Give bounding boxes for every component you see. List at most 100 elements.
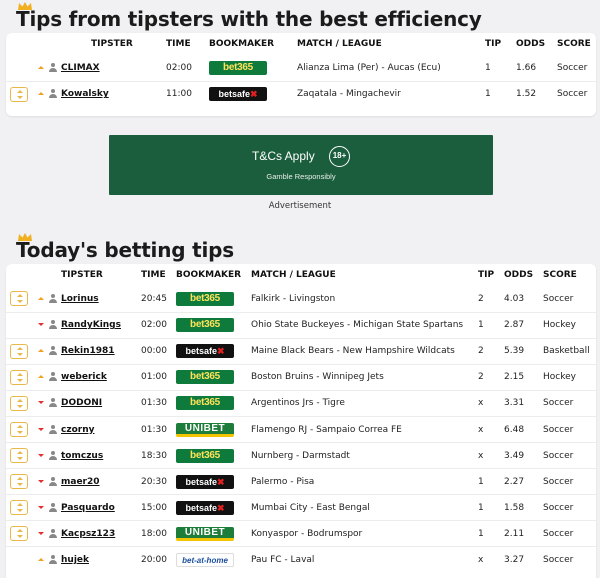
betsafe-logo[interactable]: betsafe✖ <box>176 344 234 359</box>
expand-tip-button[interactable] <box>10 474 28 490</box>
tip-time: 20:30 <box>141 468 176 495</box>
odds-value: 1.58 <box>504 494 543 521</box>
sport-value: Soccer <box>543 415 596 443</box>
table-row[interactable]: tomczus 18:30 bet365 Nurnberg - Darmstadt x 3… <box>6 442 596 469</box>
expand-tip-button[interactable] <box>10 448 28 464</box>
expand-tip-button[interactable] <box>10 291 28 307</box>
bet-at-home-logo[interactable]: bet-at-home <box>176 553 234 568</box>
bookmaker-cell: bet365 <box>209 55 297 81</box>
table-row[interactable]: CLIMAX 02:00 bet365 Alianza Lima (Per) - Au… <box>6 55 596 81</box>
expand-tip-button[interactable] <box>10 369 28 385</box>
table-row[interactable]: weberick 01:00 bet365 Boston Bruins - Winni… <box>6 363 596 391</box>
betsafe-logo[interactable]: betsafe✖ <box>176 500 234 515</box>
tip-time: 20:00 <box>141 546 176 574</box>
tipster-link[interactable]: Pasquardo <box>61 503 115 513</box>
match-league: Ohio State Buckeyes - Michigan State Spa… <box>251 311 478 339</box>
tip-value: x <box>478 546 504 574</box>
table-row[interactable]: Pasquardo 15:00 betsafe✖ Mumbai City - East… <box>6 494 596 521</box>
bet365-logo[interactable]: bet365 <box>176 370 234 385</box>
tipster-link[interactable]: tomczus <box>61 451 103 461</box>
odds-value: 6.48 <box>504 415 543 443</box>
user-icon <box>49 320 57 330</box>
odds-value: 1.66 <box>516 62 537 73</box>
odds-value: 3.49 <box>504 442 543 469</box>
expand-tip-button[interactable] <box>10 343 28 359</box>
bookmaker-cell: bet365 <box>176 363 251 391</box>
column-header: TIME <box>166 39 191 49</box>
match-league: Maine Black Bears - New Hampshire Wildca… <box>251 337 478 365</box>
trend-up-icon <box>38 92 44 96</box>
user-icon <box>49 372 57 382</box>
bookmaker-cell: UNIBET <box>176 415 251 443</box>
match-league: Argentinos Jrs - Tigre <box>251 389 478 417</box>
odds-value: 2.87 <box>504 311 543 339</box>
sport-value: Hockey <box>543 363 596 391</box>
tipster-link[interactable]: Kowalsky <box>61 89 109 99</box>
betsafe-logo[interactable]: betsafe✖ <box>176 474 234 489</box>
table-row[interactable]: Kacpsz123 18:00 UNIBET Konyaspor - Bodrumsp… <box>6 520 596 547</box>
bet365-logo[interactable]: bet365 <box>176 318 234 333</box>
table-row[interactable]: Lorinus 20:45 bet365 Falkirk - Livingston 2 4… <box>6 286 596 312</box>
bookmaker-cell: bet365 <box>176 286 251 312</box>
expand-tip-button[interactable] <box>10 422 28 438</box>
ad-terms-text: T&Cs Apply <box>252 149 315 163</box>
column-header: TIP <box>485 39 502 49</box>
tip-value: x <box>478 415 504 443</box>
tipster-link[interactable]: hujek <box>61 555 89 565</box>
sport-value: Soccer <box>543 468 596 495</box>
table-row[interactable]: hujek 20:00 bet-at-home Pau FC - Laval x 3.27… <box>6 546 596 574</box>
unibet-logo[interactable]: UNIBET <box>176 526 234 541</box>
tipster-link[interactable]: maer20 <box>61 477 100 487</box>
match-league: Palermo - Pisa <box>251 468 478 495</box>
advertisement-banner[interactable]: T&Cs Apply 18+ Gamble Responsibly <box>109 135 493 195</box>
bet365-logo[interactable]: bet365 <box>176 448 234 463</box>
tipster-link[interactable]: CLIMAX <box>61 63 100 73</box>
tipster-link[interactable]: Lorinus <box>61 294 99 304</box>
tipster-link[interactable]: DODONI <box>61 398 102 408</box>
match-league: Nurnberg - Darmstadt <box>251 442 478 469</box>
table-row[interactable]: RandyKings 02:00 bet365 Ohio State Buckeyes… <box>6 311 596 339</box>
bookmaker-cell: bet365 <box>176 389 251 417</box>
odds-value: 2.15 <box>504 363 543 391</box>
expand-tip-button[interactable] <box>10 526 28 542</box>
odds-value: 3.31 <box>504 389 543 417</box>
todays-tips-table: TIPSTER TIME BOOKMAKER MATCH / LEAGUE TI… <box>6 264 596 574</box>
table-row[interactable]: czorny 01:30 UNIBET Flamengo RJ - Sampaio C… <box>6 415 596 443</box>
unibet-logo[interactable]: UNIBET <box>176 422 234 437</box>
column-header: TIP <box>478 270 495 280</box>
sport-value: Soccer <box>543 442 596 469</box>
sport-value: Basketball <box>543 337 596 365</box>
bet365-logo[interactable]: bet365 <box>209 60 267 75</box>
match-league: Mumbai City - East Bengal <box>251 494 478 521</box>
tipster-link[interactable]: czorny <box>61 425 94 435</box>
tip-value: 1 <box>478 520 504 547</box>
tip-value: 1 <box>478 311 504 339</box>
column-header: SCORE <box>557 39 591 49</box>
expand-tip-button[interactable] <box>10 86 28 102</box>
trend-down-icon <box>38 323 44 327</box>
betsafe-logo[interactable]: betsafe✖ <box>209 87 267 102</box>
age-restriction-badge: 18+ <box>329 146 350 167</box>
tip-time: 11:00 <box>166 80 209 108</box>
user-icon <box>49 502 57 512</box>
trend-up-icon <box>38 349 44 353</box>
tipster-link[interactable]: Rekin1981 <box>61 346 115 356</box>
bet365-logo[interactable]: bet365 <box>176 291 234 306</box>
odds-value: 1.52 <box>516 80 557 108</box>
table-row[interactable]: Kowalsky 11:00 betsafe✖ Zaqatala - Mingache… <box>6 80 596 108</box>
tipster-link[interactable]: Kacpsz123 <box>61 529 115 539</box>
table-row[interactable]: Rekin1981 00:00 betsafe✖ Maine Black Bears … <box>6 337 596 365</box>
sport-value: Soccer <box>543 520 596 547</box>
bet365-logo[interactable]: bet365 <box>176 396 234 411</box>
expand-tip-button[interactable] <box>10 395 28 411</box>
table-row[interactable]: DODONI 01:30 bet365 Argentinos Jrs - Tigre x… <box>6 389 596 417</box>
user-icon <box>49 398 57 408</box>
tipster-link[interactable]: RandyKings <box>61 320 121 330</box>
tipster-link[interactable]: weberick <box>61 372 107 382</box>
expand-tip-button[interactable] <box>10 500 28 516</box>
sport-value: Hockey <box>543 311 596 339</box>
table-row[interactable]: maer20 20:30 betsafe✖ Palermo - Pisa 1 2.27 So… <box>6 468 596 495</box>
sport-value: Soccer <box>543 546 596 574</box>
section-title-todays-tips: Today's betting tips <box>16 238 234 262</box>
trend-up-icon <box>38 558 44 562</box>
